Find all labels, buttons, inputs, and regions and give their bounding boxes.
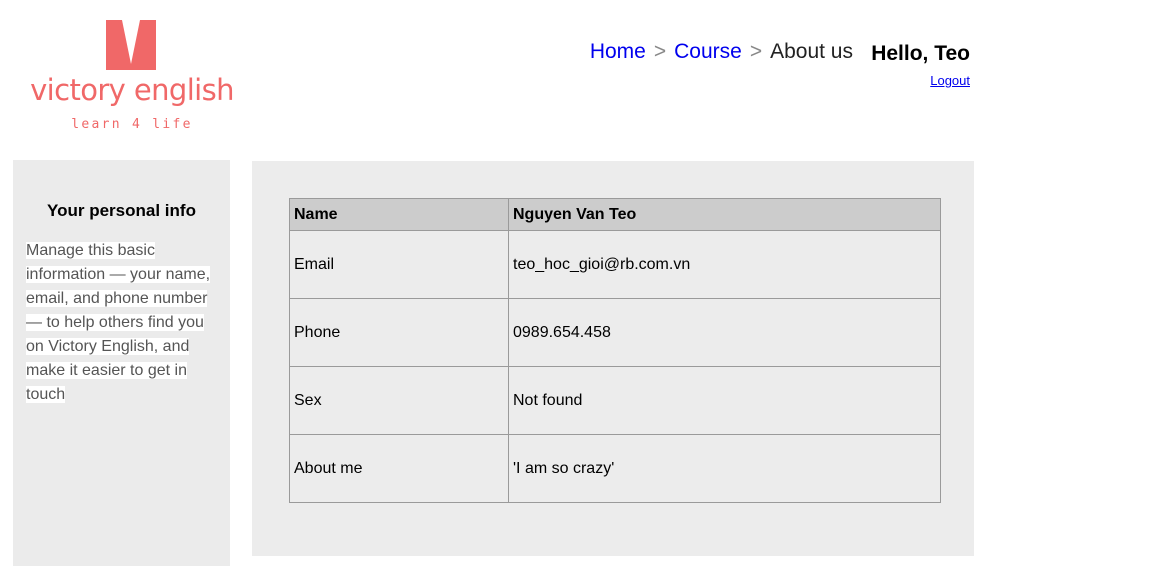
profile-table: Name Nguyen Van Teo Email teo_hoc_gioi@r…	[289, 198, 941, 503]
logo-tagline: learn 4 life	[71, 117, 193, 132]
sex-value: Not found	[508, 366, 941, 435]
phone-value: 0989.654.458	[508, 298, 941, 367]
logo-v-icon	[106, 20, 156, 70]
email-label: Email	[289, 230, 509, 299]
sidebar-title: Your personal info	[47, 201, 196, 220]
logo-brand-text: victory english	[30, 73, 234, 107]
phone-label: Phone	[289, 298, 509, 367]
breadcrumb-separator: >	[653, 40, 667, 63]
page: victory english learn 4 life Home > Course…	[0, 0, 1171, 584]
logout-link[interactable]: Logout	[930, 73, 970, 89]
user-greeting: Hello, Teo	[871, 42, 970, 65]
nav-course-link[interactable]: Course	[674, 40, 742, 63]
sex-label: Sex	[289, 366, 509, 435]
table-row: Sex Not found	[289, 366, 941, 435]
profile-panel: Name Nguyen Van Teo Email teo_hoc_gioi@r…	[252, 161, 974, 556]
nav-about-us: About us	[770, 40, 853, 63]
name-value: Nguyen Van Teo	[508, 198, 941, 231]
name-label: Name	[289, 198, 509, 231]
brand-logo[interactable]: victory english learn 4 life	[28, 18, 236, 134]
table-row: About me 'I am so crazy'	[289, 434, 941, 503]
table-header-row: Name Nguyen Van Teo	[289, 198, 941, 231]
table-row: Email teo_hoc_gioi@rb.com.vn	[289, 230, 941, 299]
sidebar-description: Manage this basic information — your nam…	[26, 242, 211, 403]
about-me-label: About me	[289, 434, 509, 503]
nav-home-link[interactable]: Home	[590, 40, 646, 63]
about-me-value: 'I am so crazy'	[508, 434, 941, 503]
table-row: Phone 0989.654.458	[289, 298, 941, 367]
breadcrumb-separator: >	[749, 40, 763, 63]
email-value: teo_hoc_gioi@rb.com.vn	[508, 230, 941, 299]
sidebar: Your personal info Manage this basic inf…	[13, 160, 230, 566]
breadcrumb: Home > Course > About us	[590, 39, 853, 65]
